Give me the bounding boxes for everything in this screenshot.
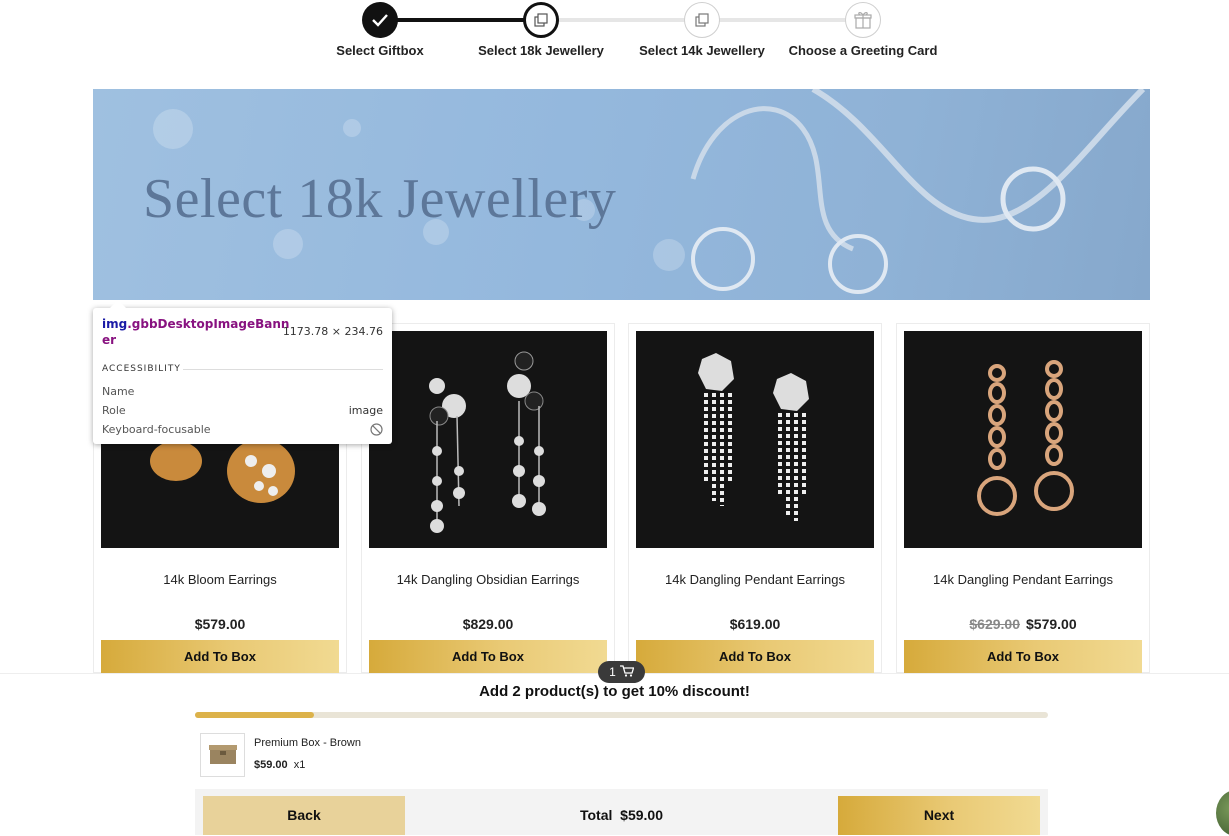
product-name: 14k Dangling Obsidian Earrings <box>396 572 580 587</box>
product-price: $619.00 <box>629 616 881 632</box>
add-to-box-button[interactable]: Add To Box <box>369 640 607 674</box>
cart-count: 1 <box>609 665 616 679</box>
product-price-value: $829.00 <box>462 616 514 632</box>
product-name: 14k Dangling Pendant Earrings <box>933 572 1113 587</box>
add-to-box-button[interactable]: Add To Box <box>636 640 874 674</box>
product-price-value: $579.00 <box>194 616 246 632</box>
tooltip-caret <box>110 300 126 308</box>
cart-item-name: Premium Box - Brown <box>254 737 361 749</box>
step-select-18k[interactable]: Select 18k Jewellery <box>451 2 631 58</box>
tooltip-row-focusable: Keyboard-focusable <box>102 423 383 436</box>
devtools-inspect-tooltip: img.gbbDesktopImageBann er 1173.78 × 234… <box>93 308 392 444</box>
product-price-value: $579.00 <box>1026 616 1077 632</box>
product-price-value: $619.00 <box>729 616 781 632</box>
tooltip-element-name: img.gbbDesktopImageBann er <box>102 316 289 348</box>
product-card[interactable]: 14k Dangling Pendant Earrings $629.00 $57… <box>896 323 1150 674</box>
cart-footer: Back Total $59.00 Next <box>195 789 1048 835</box>
tooltip-section-title: ACCESSIBILITY <box>102 364 181 374</box>
total-label: Total <box>579 807 613 823</box>
cart-icon <box>619 664 635 680</box>
add-to-box-button[interactable]: Add To Box <box>101 640 339 674</box>
step-label: Choose a Greeting Card <box>788 43 938 58</box>
cart-item-price-value: $59.00 <box>254 759 288 771</box>
product-image[interactable] <box>636 331 874 548</box>
cart-item-thumbnail <box>200 733 245 777</box>
tooltip-row-label: Role <box>102 404 126 417</box>
step-select-14k[interactable]: Select 14k Jewellery <box>612 2 792 58</box>
cart-item-qty: x1 <box>293 759 306 771</box>
product-price: $579.00 <box>94 616 346 632</box>
product-name: 14k Bloom Earrings <box>163 572 277 587</box>
total-value: $59.00 <box>620 807 663 823</box>
step-greeting-card[interactable]: Choose a Greeting Card <box>773 2 953 58</box>
product-image[interactable] <box>369 331 607 548</box>
product-name: 14k Dangling Pendant Earrings <box>665 572 845 587</box>
product-old-price: $629.00 <box>969 616 1020 632</box>
add-to-box-button[interactable]: Add To Box <box>904 640 1142 674</box>
cart-toggle-button[interactable]: 1 <box>598 661 645 683</box>
progress-fill <box>195 712 315 718</box>
tooltip-row-label: Name <box>102 385 135 398</box>
tooltip-size: 1173.78 × 234.76 <box>282 325 383 338</box>
product-price: $629.00 $579.00 <box>897 616 1149 632</box>
tooltip-tag: img <box>102 317 128 331</box>
tooltip-divider <box>183 369 383 370</box>
tooltip-row-label: Keyboard-focusable <box>102 423 211 436</box>
product-card[interactable]: 14k Dangling Obsidian Earrings $829.00 A… <box>361 323 615 674</box>
tooltip-row-role: Role image <box>102 404 383 417</box>
tooltip-row-name: Name <box>102 385 383 398</box>
tooltip-row-value: image <box>348 404 383 417</box>
layers-icon <box>523 2 559 38</box>
product-price: $829.00 <box>362 616 614 632</box>
necklace-icon <box>690 89 1146 294</box>
discount-message: Add 2 product(s) to get 10% discount! <box>479 683 750 700</box>
not-allowed-icon <box>370 423 383 439</box>
progress-stepper: Select Giftbox Select 18k Jewellery Sele… <box>0 0 1229 70</box>
check-icon <box>362 2 398 38</box>
cart-item-price: $59.00 x1 <box>254 759 305 771</box>
product-card[interactable]: 14k Dangling Pendant Earrings $619.00 Ad… <box>628 323 882 674</box>
discount-progress-bar <box>195 712 1048 718</box>
layers-icon <box>684 2 720 38</box>
step-label: Select 14k Jewellery <box>639 43 765 58</box>
tooltip-class: .gbbDesktopImageBann er <box>102 317 290 347</box>
step-label: Select Giftbox <box>336 43 424 58</box>
product-image[interactable] <box>904 331 1142 548</box>
step-label: Select 18k Jewellery <box>478 43 604 58</box>
banner-image: Select 18k Jewellery <box>93 89 1150 300</box>
next-button[interactable]: Next <box>838 796 1040 835</box>
banner-title: Select 18k Jewellery <box>143 168 617 230</box>
step-select-giftbox[interactable]: Select Giftbox <box>290 2 470 58</box>
gift-icon <box>845 2 881 38</box>
